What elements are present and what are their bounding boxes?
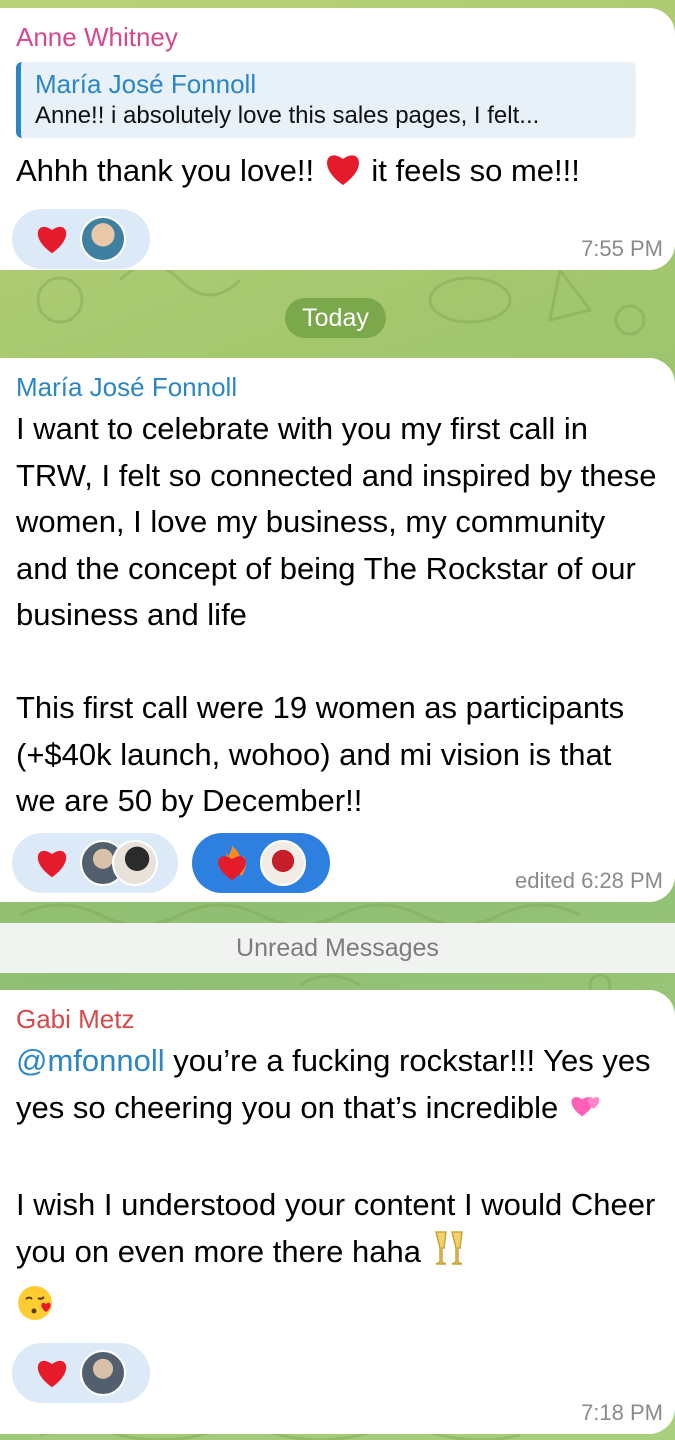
date-separator: Today [285,298,386,338]
reactor-avatars [260,839,306,886]
red-heart-icon [323,151,363,201]
red-heart-icon [32,219,72,259]
avatar [80,215,126,262]
reaction-heart[interactable] [12,832,178,893]
reaction-heart[interactable] [12,208,150,269]
message-text: @mfonnoll you’re a fucking rockstar!!! Y… [16,1038,659,1335]
message-text-part: I wish I understood your content I would… [16,1186,656,1270]
message-time: 7:18 PM [581,1400,663,1425]
reaction-heart[interactable] [12,1343,150,1403]
reactions-row [12,1343,659,1403]
message-text-end: it feels so me!!! [362,153,580,188]
reactor-avatars [80,215,126,262]
reply-sender-name: María José Fonnoll [35,69,257,99]
heart-on-fire-icon [212,843,252,883]
red-heart-icon [32,1353,72,1393]
clinking-glasses-icon [430,1228,468,1282]
face-blowing-kiss-icon [16,1282,56,1336]
sender-name[interactable]: María José Fonnoll [16,370,659,404]
sender-name[interactable]: Anne Whitney [16,20,659,54]
unread-messages-separator: Unread Messages [0,923,675,973]
two-hearts-icon [567,1088,605,1136]
reactions-row [12,208,659,269]
avatar [80,1350,126,1396]
sender-name[interactable]: Gabi Metz [16,1002,659,1036]
message-text-start: Ahhh thank you love!! [16,153,323,188]
message-text: Ahhh thank you love!! it feels so me!!! [16,148,659,201]
avatar [112,839,158,886]
message-time: edited 6:28 PM [515,868,663,893]
message-time: 7:55 PM [581,236,663,261]
reply-quote[interactable]: María José Fonnoll Anne!! i absolutely l… [16,62,636,138]
avatar [260,839,306,886]
message-bubble[interactable]: María José Fonnoll I want to celebrate w… [0,358,675,902]
mention-link[interactable]: @mfonnoll [16,1043,165,1078]
reaction-heart-on-fire[interactable] [192,832,330,893]
reply-snippet: Anne!! i absolutely love this sales page… [35,102,540,129]
reactor-avatars [80,1350,126,1396]
message-bubble[interactable]: Gabi Metz @mfonnoll you’re a fucking roc… [0,990,675,1434]
message-bubble[interactable]: Anne Whitney María José Fonnoll Anne!! i… [0,8,675,270]
message-text: I want to celebrate with you my first ca… [16,411,657,818]
reactor-avatars [80,839,158,886]
red-heart-icon [32,843,72,883]
